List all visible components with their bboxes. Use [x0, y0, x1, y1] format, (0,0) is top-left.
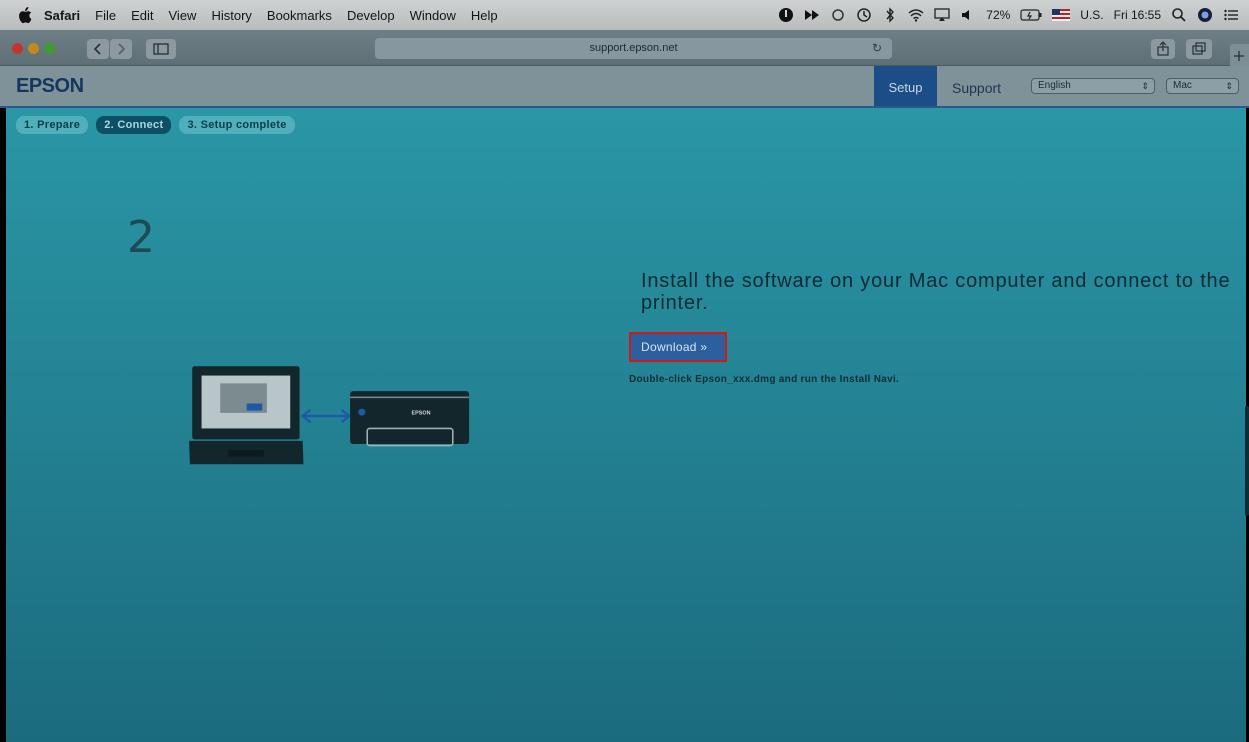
input-source[interactable]: U.S.: [1080, 8, 1103, 22]
sync-icon[interactable]: [830, 7, 846, 23]
sidebar-toggle-button[interactable]: [146, 39, 176, 59]
window-close-button[interactable]: [12, 43, 23, 54]
chevron-left-icon: [93, 43, 101, 55]
macos-menu-bar: Safari File Edit View History Bookmarks …: [0, 0, 1249, 30]
battery-icon[interactable]: [1020, 7, 1042, 23]
forward-arrow-icon[interactable]: [804, 7, 820, 23]
epson-logo[interactable]: EPSON: [16, 75, 84, 98]
share-button[interactable]: [1151, 39, 1175, 59]
step-indicator: 1. Prepare 2. Connect 3. Setup complete: [16, 116, 295, 134]
download-button[interactable]: Download »: [629, 332, 727, 362]
status-area: 72% U.S. Fri 16:55: [778, 0, 1239, 30]
menu-safari[interactable]: Safari: [44, 8, 80, 23]
step-prepare[interactable]: 1. Prepare: [16, 116, 89, 134]
nav-support-tab[interactable]: Support: [952, 66, 1001, 106]
laptop-icon: [189, 366, 304, 465]
window-zoom-button[interactable]: [44, 43, 55, 54]
share-icon: [1157, 41, 1169, 56]
wifi-icon[interactable]: [908, 7, 924, 23]
double-arrow-icon: [300, 408, 352, 424]
select-arrows-icon: ⇕: [1225, 81, 1233, 91]
install-hint: Double-click Epson_xxx.dmg and run the I…: [629, 374, 900, 385]
spotlight-search-icon[interactable]: [1171, 7, 1187, 23]
battery-percent[interactable]: 72%: [986, 8, 1010, 22]
menu-bookmarks[interactable]: Bookmarks: [267, 8, 332, 23]
os-select-value: Mac: [1173, 80, 1192, 91]
instruction-headline: Install the software on your Mac compute…: [641, 270, 1231, 314]
siri-icon[interactable]: [1197, 7, 1213, 23]
airplay-icon[interactable]: [934, 7, 950, 23]
menu-history[interactable]: History: [211, 8, 251, 23]
step-number: 2: [127, 212, 155, 263]
menu-window[interactable]: Window: [410, 8, 456, 23]
scrollbar-thumb[interactable]: [1245, 406, 1249, 516]
laptop-printer-illustration: EPSON: [189, 366, 470, 465]
bluetooth-icon[interactable]: [882, 7, 898, 23]
language-select-value: English: [1038, 80, 1071, 91]
volume-icon[interactable]: [960, 7, 976, 23]
language-select[interactable]: English ⇕: [1031, 78, 1155, 94]
printer-brand-label: EPSON: [412, 410, 431, 416]
sidebar-icon: [153, 43, 169, 55]
apple-logo-icon[interactable]: [16, 6, 32, 24]
tabs-overview-button[interactable]: [1186, 39, 1212, 59]
menubar-clock[interactable]: Fri 16:55: [1114, 8, 1161, 22]
chevron-right-icon: [118, 43, 126, 55]
url-text: support.epson.net: [589, 42, 678, 54]
forward-button[interactable]: [110, 39, 132, 59]
menu-develop[interactable]: Develop: [347, 8, 395, 23]
site-header: EPSON Setup Support English ⇕ Mac ⇕: [0, 66, 1249, 108]
nav-setup-tab[interactable]: Setup: [874, 66, 937, 106]
address-bar[interactable]: support.epson.net ↻: [375, 38, 892, 59]
time-machine-icon[interactable]: [856, 7, 872, 23]
menu-edit[interactable]: Edit: [131, 8, 153, 23]
step-connect[interactable]: 2. Connect: [96, 116, 172, 134]
menu-view[interactable]: View: [169, 8, 197, 23]
menu-help[interactable]: Help: [471, 8, 498, 23]
tabs-icon: [1192, 42, 1206, 55]
select-arrows-icon: ⇕: [1141, 81, 1149, 91]
back-button[interactable]: [87, 39, 109, 59]
plus-icon: [1234, 51, 1244, 61]
status-app-icon[interactable]: [778, 7, 794, 23]
os-select[interactable]: Mac ⇕: [1166, 78, 1239, 94]
printer-icon: [350, 391, 470, 447]
window-minimize-button[interactable]: [28, 43, 39, 54]
step-setup-complete[interactable]: 3. Setup complete: [179, 116, 295, 134]
browser-toolbar: support.epson.net ↻: [0, 30, 1249, 66]
reload-icon[interactable]: ↻: [872, 38, 882, 59]
notification-center-icon[interactable]: [1223, 7, 1239, 23]
us-flag-icon[interactable]: [1052, 7, 1071, 23]
new-tab-button[interactable]: [1230, 44, 1249, 66]
menu-file[interactable]: File: [95, 8, 116, 23]
